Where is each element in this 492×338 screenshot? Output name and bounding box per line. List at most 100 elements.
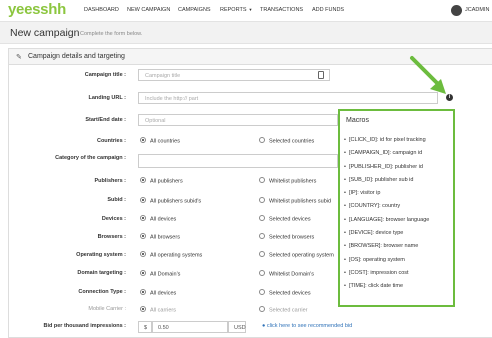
option-label: All browsers [150,234,180,241]
countries-all-radio[interactable]: All countries [140,137,180,145]
radio-icon [259,177,265,183]
radio-selected-icon [140,233,146,239]
top-navbar: yeesshh DASHBOARD NEW CAMPAIGN CAMPAIGNS… [0,0,492,22]
connection-selected-radio[interactable]: Selected devices [259,289,311,297]
countries-selected-radio[interactable]: Selected countries [259,137,315,145]
campaign-title-label: Campaign title : [84,72,126,78]
radio-selected-icon [140,177,146,183]
radio-selected-icon [140,137,146,143]
domain-whitelist-radio[interactable]: Whitelist Domain's [259,270,315,278]
edit-icon: ✎ [16,54,22,61]
option-label: Whitelist publishers [269,178,317,185]
nav-reports[interactable]: REPORTS ▼ [220,7,252,13]
devices-label: Devices : [101,216,126,222]
option-label: Selected carrier [269,307,308,314]
subid-all-radio[interactable]: All publishers subid's [140,197,202,205]
option-label: All devices [150,290,177,297]
macro-item: [CAMPAIGN_ID]: campaign id [344,150,429,163]
os-all-radio[interactable]: All operating systems [140,251,202,258]
option-label: Selected countries [269,138,315,145]
publishers-whitelist-radio[interactable]: Whitelist publishers [259,177,317,185]
radio-selected-icon [140,306,146,312]
macro-item: [COST]: impression cost [344,270,429,283]
option-label: Whitelist Domain's [269,271,315,278]
option-label: All countries [150,138,180,145]
browsers-all-radio[interactable]: All browsers [140,233,180,241]
avatar[interactable] [451,5,462,16]
radio-icon [259,233,265,239]
category-label: Category of the campaign : [55,155,126,161]
user-menu[interactable]: JCADMIN▼ [465,7,492,13]
connection-all-radio[interactable]: All devices [140,289,177,297]
page-subtitle: Complete the form below. [80,31,143,37]
date-range-input[interactable]: Optional [138,114,338,126]
radio-icon [259,137,265,143]
landing-url-input[interactable]: Include the http:// part [138,92,438,104]
publishers-all-radio[interactable]: All publishers [140,177,183,185]
carrier-selected-radio[interactable]: Selected carrier [259,306,308,314]
macro-item: [CLICK_ID]: id for pixel tracking [344,137,429,150]
option-label: All devices [150,216,177,223]
info-circle-icon: ● [262,323,266,329]
devices-all-radio[interactable]: All devices [140,215,177,223]
radio-icon [259,289,265,295]
nav-transactions[interactable]: TRANSACTIONS [260,7,303,13]
domain-label: Domain targeting : [77,270,126,276]
macros-popover: Macros [CLICK_ID]: id for pixel tracking… [338,109,455,307]
radio-icon [259,270,265,276]
user-name: JCADMIN [465,7,490,13]
macro-item: [IP]: visitor ip [344,190,429,203]
nav-campaigns[interactable]: CAMPAIGNS [178,7,211,13]
option-label: Selected devices [269,216,311,223]
macros-title: Macros [346,117,369,124]
category-select[interactable] [138,154,338,168]
brand-logo[interactable]: yeesshh [8,1,66,18]
radio-selected-icon [140,197,146,203]
browsers-label: Browsers : [97,234,126,240]
option-label: All publishers [150,178,183,185]
option-label: Whitelist publishers subid [269,198,332,205]
annotation-arrow-icon [410,56,446,94]
campaign-title-input[interactable]: Campaign title [138,69,330,81]
macro-item: [PUBLISHER_ID]: publisher id [344,164,429,177]
subid-whitelist-radio[interactable]: Whitelist publishers subid [259,197,332,205]
publishers-label: Publishers : [94,178,126,184]
os-label: Operating system : [76,252,126,258]
macro-item: [TIME]: click date time [344,283,429,296]
option-label: Selected browsers [269,234,315,241]
nav-add-funds[interactable]: ADD FUNDS [312,7,344,13]
nav-reports-label: REPORTS [220,7,247,13]
connection-label: Connection Type : [78,289,126,295]
option-label: All carriers [150,307,176,314]
recommended-bid-text: click here to see recommended bid [266,323,353,329]
nav-new-campaign[interactable]: NEW CAMPAIGN [127,7,170,13]
radio-icon [259,215,265,221]
page-header: New campaign Complete the form below. [0,22,492,44]
radio-selected-icon [140,215,146,221]
os-selected-radio[interactable]: Selected operating system [259,251,334,259]
panel-title: Campaign details and targeting [28,53,125,60]
landing-url-label: Landing URL : [88,95,126,101]
nav-dashboard[interactable]: DASHBOARD [84,7,119,13]
domain-all-radio[interactable]: All Domain's [140,270,180,277]
browsers-selected-radio[interactable]: Selected browsers [259,233,315,241]
option-label: Selected operating system [269,252,334,259]
radio-icon [259,306,265,312]
macro-item: [DEVICE]: device type [344,230,429,243]
macros-list: [CLICK_ID]: id for pixel tracking [CAMPA… [344,137,429,297]
macro-item: [OS]: operating system [344,257,429,270]
macro-item: [COUNTRY]: country [344,203,429,216]
macro-item: [BROWSER]: browser name [344,243,429,256]
countries-label: Countries : [96,138,126,144]
radio-selected-icon [140,289,146,295]
option-label: Selected devices [269,290,311,297]
subid-label: Subid : [107,197,126,203]
bid-input[interactable]: 0.50 [152,321,228,333]
recommended-bid-link[interactable]: ● click here to see recommended bid [262,323,352,329]
macro-item: [LANGUAGE]: browser language [344,217,429,230]
devices-selected-radio[interactable]: Selected devices [259,215,311,223]
option-label: All publishers subid's [150,198,202,205]
carrier-all-radio[interactable]: All carriers [140,306,176,314]
radio-selected-icon [140,270,146,276]
clipboard-icon [318,71,324,79]
